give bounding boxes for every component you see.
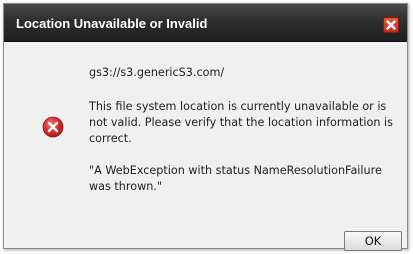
close-button[interactable]: [383, 17, 399, 33]
error-icon: [42, 116, 64, 138]
dialog-title: Location Unavailable or Invalid: [16, 16, 208, 31]
error-dialog: Location Unavailable or Invalid gs3://s3…: [3, 3, 408, 251]
error-description: This file system location is currently u…: [89, 100, 393, 145]
close-icon: [386, 20, 396, 30]
dialog-body: gs3://s3.genericS3.com/ This file system…: [4, 42, 407, 251]
ok-button[interactable]: OK: [344, 231, 402, 251]
exception-message: "A WebException with status NameResoluti…: [89, 164, 382, 193]
location-path: gs3://s3.genericS3.com/: [89, 66, 225, 79]
dialog-titlebar[interactable]: Location Unavailable or Invalid: [4, 4, 407, 42]
